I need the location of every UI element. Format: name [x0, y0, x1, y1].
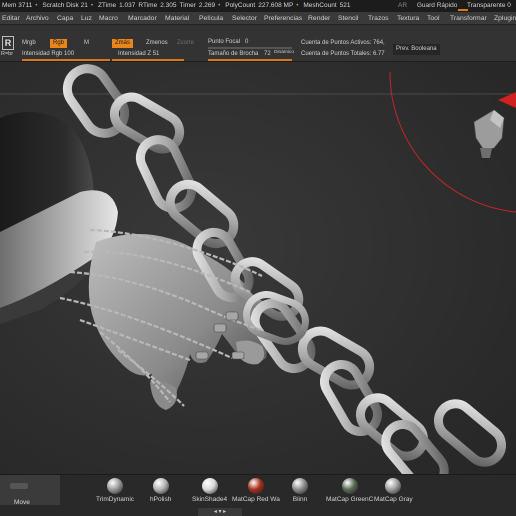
menu-item[interactable]: Selector — [232, 12, 257, 24]
transparent-slider-fill — [458, 9, 468, 11]
timer-value: 2.269 — [198, 2, 216, 9]
z-intensity-slider[interactable]: Intensidad Z 51 — [118, 50, 159, 59]
menu-item[interactable]: Preferencias — [264, 12, 302, 24]
menu-item[interactable]: Editar — [2, 12, 20, 24]
move-button[interactable]: Move — [0, 475, 60, 506]
menu-item[interactable]: Render — [308, 12, 330, 24]
scratch-stat: Scratch Disk 21 — [42, 2, 88, 9]
ztime-label: ZTime — [97, 2, 117, 9]
rtime-value: 2.305 — [160, 2, 177, 9]
material-item[interactable]: hPolish — [150, 478, 171, 504]
menu-item[interactable]: Textura — [397, 12, 419, 24]
status-bar: Mem 3711 • Scratch Disk 21 • ZTime 1.037 RTi… — [0, 0, 516, 12]
stats-readout: Mem 3711 • Scratch Disk 21 • ZTime 1.037 RTi… — [2, 2, 351, 9]
dynamic-toggle[interactable]: Dinámico — [274, 48, 294, 57]
rgb-intensity-slider[interactable]: Intensidad Rgb 100 — [22, 50, 74, 59]
menu-item[interactable]: Trazos — [368, 12, 389, 24]
material-swatch — [201, 478, 218, 494]
material-item[interactable]: Blinn — [292, 478, 308, 504]
material-item[interactable]: SkinShade4 — [192, 478, 227, 504]
mem-stat: Mem 3711 — [2, 2, 33, 9]
timer-label: Timer — [179, 2, 196, 9]
active-points-readout: Cuenta de Puntos Activos: 764, — [301, 40, 385, 46]
m-button[interactable]: M — [84, 39, 89, 48]
meshcount-value: 521 — [339, 2, 351, 9]
brush-size-fill — [208, 59, 292, 61]
ztime-value: 1.037 — [119, 2, 136, 9]
menu-item[interactable]: Marcador — [128, 12, 157, 24]
zcut-button[interactable]: Zcorte — [177, 39, 194, 48]
polycount-value: 227.608 MP — [258, 2, 294, 9]
material-swatch — [385, 478, 402, 494]
material-item[interactable]: TrimDynamic — [96, 478, 134, 504]
material-item[interactable]: MatCap Red Wa — [232, 478, 280, 504]
r-icon[interactable]: R — [2, 36, 14, 50]
material-swatch — [152, 478, 169, 494]
material-item[interactable]: MatCap Gray — [374, 478, 413, 504]
menu-item[interactable]: Archivo — [26, 12, 49, 24]
zadd-button[interactable]: Zmás — [112, 39, 133, 48]
rgb-intensity-fill — [22, 59, 110, 61]
ar-button[interactable]: AR — [398, 2, 407, 9]
menu-item[interactable]: Zplugin — [494, 12, 516, 24]
tool-options-bar: R R=br Mrgb Rgb M Intensidad Rgb 100 Zmá… — [0, 26, 516, 62]
material-swatch — [247, 478, 264, 494]
brush-size-label: Tamaño de Brocha — [208, 51, 259, 57]
boolean-preview-button[interactable]: Prev. Booleana — [393, 44, 440, 55]
move-icon — [10, 483, 28, 489]
material-shelf: Move TrimDynamic hPolish SkinShade4 MatC… — [0, 474, 516, 516]
menu-item[interactable]: Transformar — [450, 12, 487, 24]
menu-item[interactable]: Luz — [81, 12, 92, 24]
material-item[interactable]: MatCap GreenC — [326, 478, 373, 504]
polycount-label: PolyCount — [225, 2, 256, 9]
total-points-readout: Cuenta de Puntos Totales: 6.77 — [301, 51, 385, 57]
material-swatch — [292, 478, 308, 494]
quick-save-button[interactable]: Guard Rápido — [417, 2, 457, 9]
material-swatch — [341, 478, 358, 494]
mrgb-button[interactable]: Mrgb — [22, 39, 36, 48]
rgb-button[interactable]: Rgb — [50, 39, 68, 48]
rtime-label: RTime — [138, 2, 158, 9]
sculpt-scene[interactable] — [0, 62, 516, 474]
zsub-button[interactable]: Zmenos — [146, 39, 168, 48]
shelf-scroll-arrows[interactable]: ◂ ▾ ▸ — [198, 508, 242, 516]
menu-item[interactable]: Stencil — [338, 12, 358, 24]
menu-item[interactable]: Macro — [99, 12, 118, 24]
menu-item[interactable]: Material — [165, 12, 189, 24]
menu-item[interactable]: Película — [199, 12, 223, 24]
brush-size-value[interactable]: 72 — [264, 50, 271, 59]
transparent-slider[interactable]: Transparente 0 — [467, 2, 511, 9]
menu-bar: Editar Archivo Capa Luz Macro Marcador M… — [0, 12, 516, 25]
focal-point-label: Punto Focal — [208, 39, 241, 45]
meshcount-label: MeshCount — [303, 2, 337, 9]
r-label: R=br — [1, 51, 14, 57]
menu-item[interactable]: Tool — [427, 12, 439, 24]
z-intensity-fill — [112, 59, 184, 61]
focal-point-value[interactable]: 0 — [245, 38, 248, 47]
menu-item[interactable]: Capa — [57, 12, 73, 24]
canvas-viewport[interactable] — [0, 62, 516, 474]
material-swatch — [107, 478, 124, 494]
status-right: AR Guard Rápido Transparente 0 — [398, 0, 516, 12]
